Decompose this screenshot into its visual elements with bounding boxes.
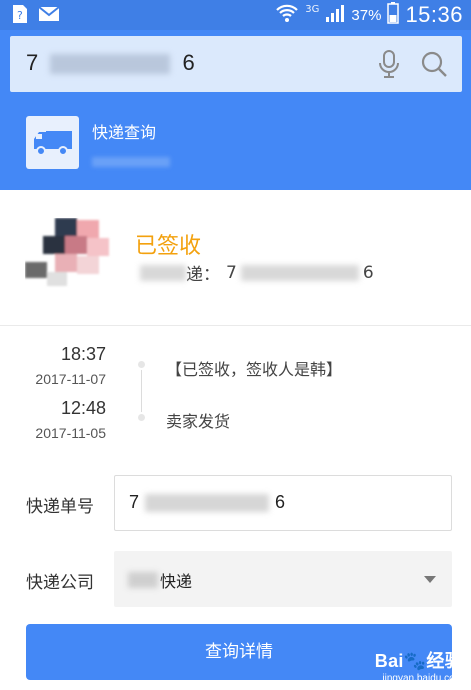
- tracking-timeline: 18:37 2017-11-07 【已签收，签收人是韩】 12:48 2017-…: [0, 340, 471, 450]
- delivery-status: 已签收: [135, 234, 202, 259]
- network-type: 3G: [305, 3, 320, 15]
- app-title-row: 快递查询: [26, 116, 170, 169]
- status-bar: ? 3G 37% 15:36: [0, 0, 471, 30]
- battery-percent: 37%: [351, 6, 382, 24]
- watermark-url: jingyan.baidu.com: [382, 673, 463, 684]
- tracking-number-field[interactable]: 7 6: [114, 475, 452, 531]
- courier-company-select[interactable]: 快递: [114, 551, 452, 607]
- timeline-event: 卖家发货: [166, 412, 231, 431]
- search-icon[interactable]: [420, 50, 448, 82]
- tracking-number-line: 递： 7 6: [140, 260, 374, 285]
- watermark-logo: Bai🐾经验: [374, 651, 463, 671]
- battery-icon: [387, 2, 400, 28]
- truck-icon: [26, 116, 79, 169]
- watermark: Bai🐾经验 jingyan.baidu.com: [375, 647, 463, 684]
- redacted-text: [50, 54, 171, 75]
- header: 7 6 快递查询: [0, 30, 471, 190]
- wifi-icon: [275, 3, 299, 27]
- redacted-text: [140, 264, 186, 281]
- mic-icon[interactable]: [378, 50, 400, 82]
- tracking-number-label: 快递单号: [26, 497, 94, 517]
- clock: 15:36: [405, 2, 463, 27]
- caret-down-icon: [424, 576, 436, 583]
- svg-text:?: ?: [17, 9, 23, 22]
- redacted-text: [240, 264, 359, 281]
- timeline-dot: [136, 412, 147, 423]
- signal-icon: [325, 4, 345, 26]
- timeline-time: 12:48 2017-11-05: [35, 398, 106, 441]
- courier-company-label: 快递公司: [26, 573, 94, 593]
- mail-icon: [38, 6, 60, 26]
- search-value: 7 6: [26, 50, 195, 75]
- timeline-time: 18:37 2017-11-07: [35, 344, 106, 387]
- timeline-dot: [136, 359, 147, 370]
- app-title: 快递查询: [92, 123, 157, 142]
- sim-icon: ?: [12, 4, 28, 28]
- search-input[interactable]: 7 6: [10, 36, 462, 92]
- courier-logo: [25, 218, 121, 290]
- timeline-event: 【已签收，签收人是韩】: [166, 360, 343, 379]
- redacted-subtitle: [92, 157, 170, 167]
- redacted-text: [145, 493, 270, 512]
- result-card: 已签收 递： 7 6: [0, 190, 471, 326]
- redacted-text: [128, 572, 158, 588]
